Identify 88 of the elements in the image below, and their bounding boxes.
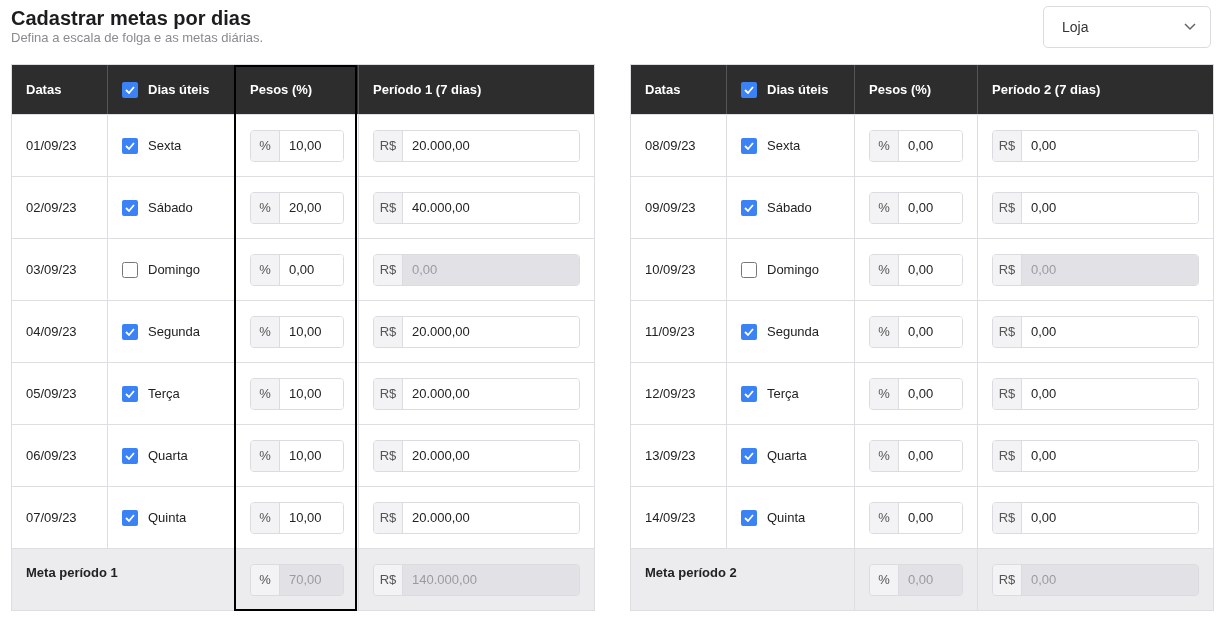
weekday-label: Quarta (767, 448, 807, 463)
column-header: Dias úteis (148, 82, 210, 97)
weight-input[interactable]: % 0,00 (869, 129, 963, 162)
goal-input[interactable]: R$ 20.000,00 (373, 129, 580, 162)
weight-input[interactable]: % 10,00 (250, 377, 344, 410)
date-text: 05/09/23 (26, 386, 77, 401)
weekday-label: Terça (767, 386, 799, 401)
date-text: 08/09/23 (645, 138, 696, 153)
goal-input[interactable]: R$ 0,00 (992, 501, 1199, 534)
column-header: Datas (645, 82, 681, 97)
goal-input[interactable]: R$ 0,00 (992, 377, 1199, 410)
checkbox[interactable] (741, 323, 757, 340)
weekday-label: Segunda (148, 324, 201, 339)
page-title: Cadastrar metas por dias (11, 6, 253, 30)
date-text: 13/09/23 (645, 448, 696, 463)
date-text: 01/09/23 (26, 138, 77, 153)
goal-input[interactable]: R$ 20.000,00 (373, 501, 580, 534)
goal-input[interactable]: R$ 0,00 (992, 439, 1199, 472)
checkbox[interactable] (741, 137, 757, 154)
weekday-label: Domingo (767, 262, 820, 277)
date-text: 07/09/23 (26, 510, 77, 525)
checkbox[interactable] (741, 385, 757, 402)
period-total-label: Meta período 2 (645, 565, 737, 580)
checkbox[interactable] (122, 509, 138, 526)
column-header: Pesos (%) (869, 82, 932, 97)
weight-input[interactable]: % 20,00 (250, 191, 344, 224)
weight-input[interactable]: % 0,00 (869, 191, 963, 224)
goal-total-field[interactable]: R$ 0,00 (992, 563, 1199, 596)
date-text: 04/09/23 (26, 324, 77, 339)
checkbox[interactable] (122, 323, 138, 340)
weight-input[interactable]: % 10,00 (250, 501, 344, 534)
weight-input[interactable]: % 10,00 (250, 315, 344, 348)
goal-input[interactable]: R$ 20.000,00 (373, 377, 580, 410)
checkbox[interactable] (741, 509, 757, 526)
weekday-label: Quinta (148, 510, 187, 525)
weekday-label: Domingo (148, 262, 201, 277)
date-text: 09/09/23 (645, 200, 696, 215)
goal-input[interactable]: R$ 20.000,00 (373, 439, 580, 472)
date-text: 12/09/23 (645, 386, 696, 401)
checkbox[interactable] (741, 447, 757, 464)
weight-input[interactable]: % 10,00 (250, 129, 344, 162)
weight-input[interactable]: % 0,00 (869, 377, 963, 410)
checkbox[interactable] (122, 81, 138, 98)
goal-input[interactable]: R$ 0,00 (992, 315, 1199, 348)
weight-input[interactable]: % 10,00 (250, 439, 344, 472)
weekday-label: Terça (148, 386, 180, 401)
weekday-label: Sábado (767, 200, 812, 215)
date-text: 11/09/23 (645, 324, 695, 339)
weight-input[interactable]: % 0,00 (869, 439, 963, 472)
weight-input[interactable]: % 0,00 (869, 253, 963, 286)
checkbox[interactable] (122, 447, 138, 464)
weight-input[interactable]: % 0,00 (869, 315, 963, 348)
page-subtitle: Defina a escala de folga e as metas diárias. (11, 30, 264, 46)
date-text: 14/09/23 (645, 510, 696, 525)
checkbox[interactable] (741, 81, 757, 98)
weekday-label: Sexta (767, 138, 801, 153)
store-select[interactable]: Loja (1043, 6, 1211, 48)
column-header: Período 2 (7 dias) (992, 82, 1101, 97)
weekday-label: Segunda (767, 324, 820, 339)
weekday-label: Quinta (767, 510, 806, 525)
date-text: 10/09/23 (645, 262, 696, 277)
weekday-label: Sexta (148, 138, 182, 153)
weight-input[interactable]: % 0,00 (250, 253, 344, 286)
goal-input[interactable]: R$ 0,00 (992, 191, 1199, 224)
goal-input[interactable]: R$ 20.000,00 (373, 315, 580, 348)
column-header: Período 1 (7 dias) (373, 82, 482, 97)
checkbox[interactable] (741, 261, 757, 278)
goal-total-field[interactable]: R$ 140.000,00 (373, 563, 580, 596)
weight-total-field[interactable]: % 0,00 (869, 563, 963, 596)
checkbox[interactable] (741, 199, 757, 216)
column-header: Datas (26, 82, 62, 97)
goal-input[interactable]: R$ 0,00 (992, 129, 1199, 162)
checkbox[interactable] (122, 137, 138, 154)
chevron-down-icon (1184, 23, 1196, 31)
goal-input[interactable]: R$ 40.000,00 (373, 191, 580, 224)
column-header: Pesos (%) (250, 82, 313, 97)
date-text: 02/09/23 (26, 200, 77, 215)
checkbox[interactable] (122, 261, 138, 278)
weight-input[interactable]: % 0,00 (869, 501, 963, 534)
weekday-label: Quarta (148, 448, 188, 463)
period-total-label: Meta período 1 (26, 565, 118, 580)
date-text: 03/09/23 (26, 262, 77, 277)
weekday-label: Sábado (148, 200, 193, 215)
checkbox[interactable] (122, 385, 138, 402)
date-text: 06/09/23 (26, 448, 77, 463)
weight-total-field[interactable]: % 70,00 (250, 563, 344, 596)
checkbox[interactable] (122, 199, 138, 216)
column-header: Dias úteis (767, 82, 829, 97)
